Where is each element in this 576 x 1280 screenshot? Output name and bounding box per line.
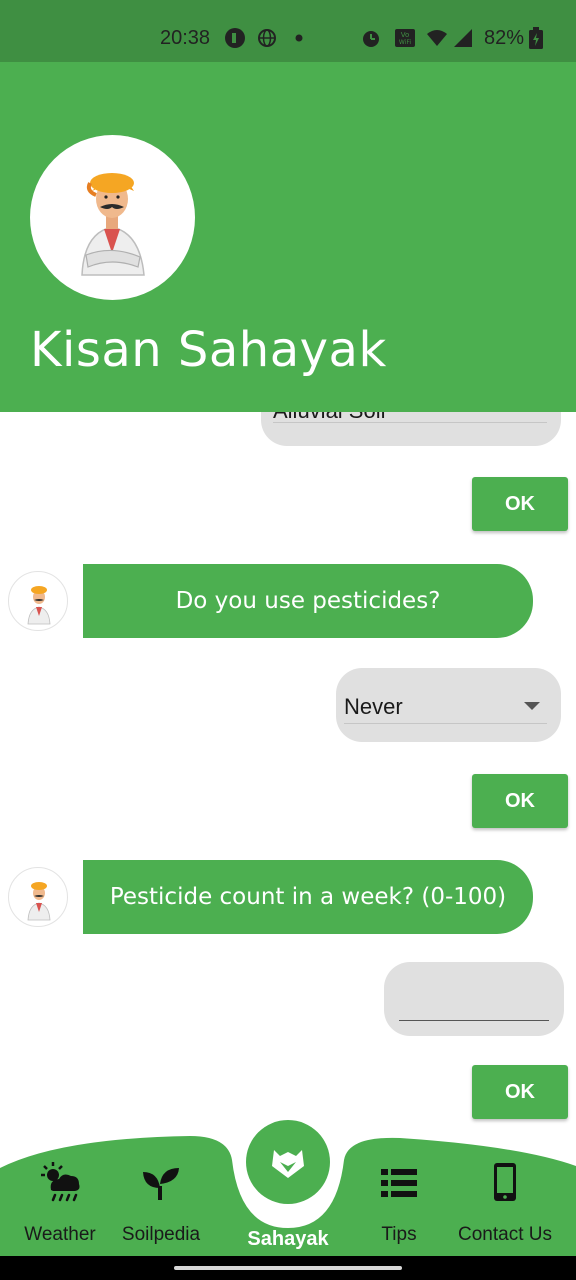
pesticide-select-underline <box>344 723 547 724</box>
soil-select-underline <box>273 422 547 423</box>
nav-label-weather: Weather <box>24 1224 96 1245</box>
soil-type-select[interactable]: Alluvial Soil <box>261 412 561 446</box>
farmer-illustration <box>81 173 145 276</box>
bot-message-bubble: Do you use pesticides? <box>83 564 533 638</box>
nav-label-sahayak[interactable]: Sahayak <box>236 1228 340 1251</box>
bot-message-bubble: Pesticide count in a week? (0-100) <box>83 860 533 934</box>
sahayak-nav-button[interactable] <box>246 1120 330 1204</box>
list-icon <box>381 1169 417 1197</box>
home-gesture-handle[interactable] <box>174 1266 402 1270</box>
bot-avatar <box>8 867 68 927</box>
weather-icon <box>41 1162 80 1202</box>
wifi-icon <box>427 30 447 46</box>
chevron-down-icon <box>524 702 540 710</box>
vowifi-icon: VoWiFi <box>395 29 415 47</box>
svg-text:WiFi: WiFi <box>399 39 411 46</box>
nav-label-soilpedia: Soilpedia <box>121 1224 201 1245</box>
input-underline <box>399 1020 549 1021</box>
nav-label-contact-us: Contact Us <box>458 1224 552 1245</box>
pesticide-use-select[interactable]: Never <box>336 668 561 742</box>
alarm-icon <box>363 31 379 47</box>
bot-message-text: Pesticide count in a week? (0-100) <box>109 884 507 910</box>
sprout-icon <box>143 1168 179 1200</box>
app-title: Kisan Sahayak <box>30 322 387 378</box>
phone-icon <box>494 1163 516 1201</box>
ok-button-pesticide-use[interactable]: OK <box>472 774 568 828</box>
pesticide-use-value: Never <box>344 694 403 719</box>
signal-icon <box>454 29 472 47</box>
ok-button-soil[interactable]: OK <box>472 477 568 531</box>
farmer-mini-icon <box>27 586 51 625</box>
sahayak-logo-icon <box>272 1150 304 1178</box>
globe-icon <box>258 29 276 47</box>
ok-button-pesticide-count[interactable]: OK <box>472 1065 568 1119</box>
app-notification-icon <box>225 28 245 48</box>
battery-icon <box>529 27 543 49</box>
bot-message-text: Do you use pesticides? <box>175 588 441 614</box>
nav-label-tips: Tips <box>381 1224 417 1245</box>
farmer-mini-icon <box>27 882 51 921</box>
dot-icon <box>295 34 303 42</box>
pesticide-count-input[interactable] <box>384 962 564 1036</box>
status-time: 20:38 <box>160 27 211 49</box>
svg-text:Vo: Vo <box>401 31 410 39</box>
pesticide-count-field[interactable] <box>399 982 549 1016</box>
battery-percent: 82% <box>484 27 525 49</box>
bot-avatar <box>8 571 68 631</box>
farmer-avatar <box>30 135 195 300</box>
